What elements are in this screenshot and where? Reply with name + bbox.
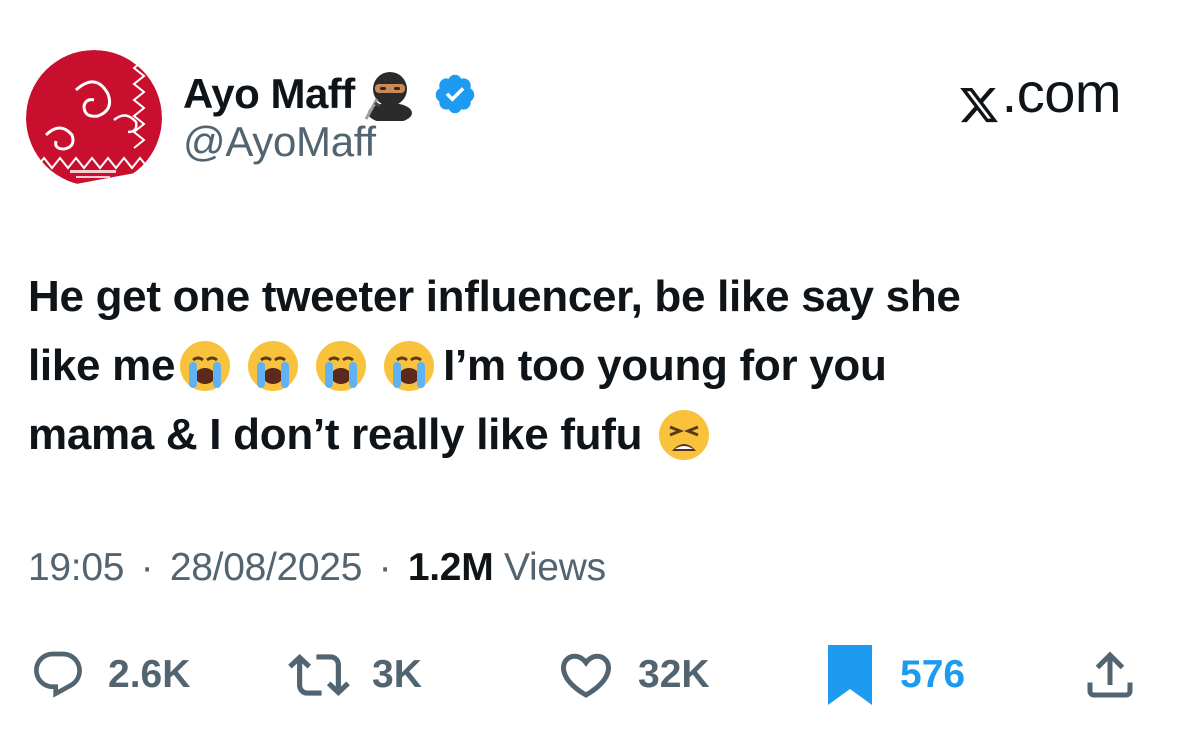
views-count: 1.2M (407, 546, 494, 589)
heart-icon (556, 645, 616, 705)
tweet-text-line-1: He get one tweeter influencer, be like s… (28, 272, 961, 321)
like-count: 32K (638, 653, 710, 696)
bookmark-icon (822, 643, 878, 707)
tweet-text-line-2-end: I’m too young for you (443, 341, 887, 390)
avatar[interactable] (26, 50, 162, 186)
repost-count: 3K (372, 653, 422, 696)
loudly-crying-face-icon (245, 338, 301, 394)
repost-button[interactable]: 3K (288, 640, 422, 710)
tweet-time[interactable]: 19:05 (28, 546, 124, 589)
tweet-text-line-3: mama & I don’t really like fufu (28, 410, 643, 459)
author-display-name[interactable]: Ayo Maff (183, 70, 355, 118)
reply-button[interactable]: 2.6K (30, 640, 190, 710)
site-domain: .com (1001, 61, 1122, 124)
site-label: .com (958, 60, 1122, 125)
tweet-line-2: like me I’m too young for you (28, 331, 1158, 400)
ninja-emoji-icon (363, 67, 417, 123)
share-icon (1080, 645, 1140, 705)
tweet-line-1: He get one tweeter influencer, be like s… (28, 262, 1158, 331)
loudly-crying-face-icon (177, 338, 233, 394)
bookmark-count: 576 (900, 653, 966, 696)
tweet-meta: 19:05 · 28/08/2025 · 1.2M Views (28, 546, 606, 590)
tweet-text-line-2-start: like me (28, 341, 176, 390)
author-handle[interactable]: @AyoMaff (183, 118, 376, 166)
x-logo-icon (958, 74, 1000, 122)
repost-icon (288, 644, 350, 706)
reply-count: 2.6K (108, 653, 191, 696)
action-bar: 2.6K 3K 32K 576 (0, 640, 1179, 710)
loudly-crying-face-icon (313, 338, 369, 394)
like-button[interactable]: 32K (556, 640, 710, 710)
tweet-text: He get one tweeter influencer, be like s… (28, 262, 1158, 469)
meta-separator: · (140, 546, 154, 589)
meta-separator: · (378, 546, 392, 589)
author-name-row[interactable]: Ayo Maff (183, 64, 477, 124)
verified-badge-icon[interactable] (433, 72, 477, 116)
share-button[interactable] (1080, 640, 1140, 710)
bookmark-button[interactable]: 576 (822, 640, 965, 710)
reply-icon (30, 647, 86, 703)
weary-face-icon (656, 407, 712, 463)
loudly-crying-face-icon (381, 338, 437, 394)
tweet-line-3: mama & I don’t really like fufu (28, 400, 1158, 469)
views-label: Views (503, 546, 606, 589)
tweet-date[interactable]: 28/08/2025 (170, 546, 363, 589)
